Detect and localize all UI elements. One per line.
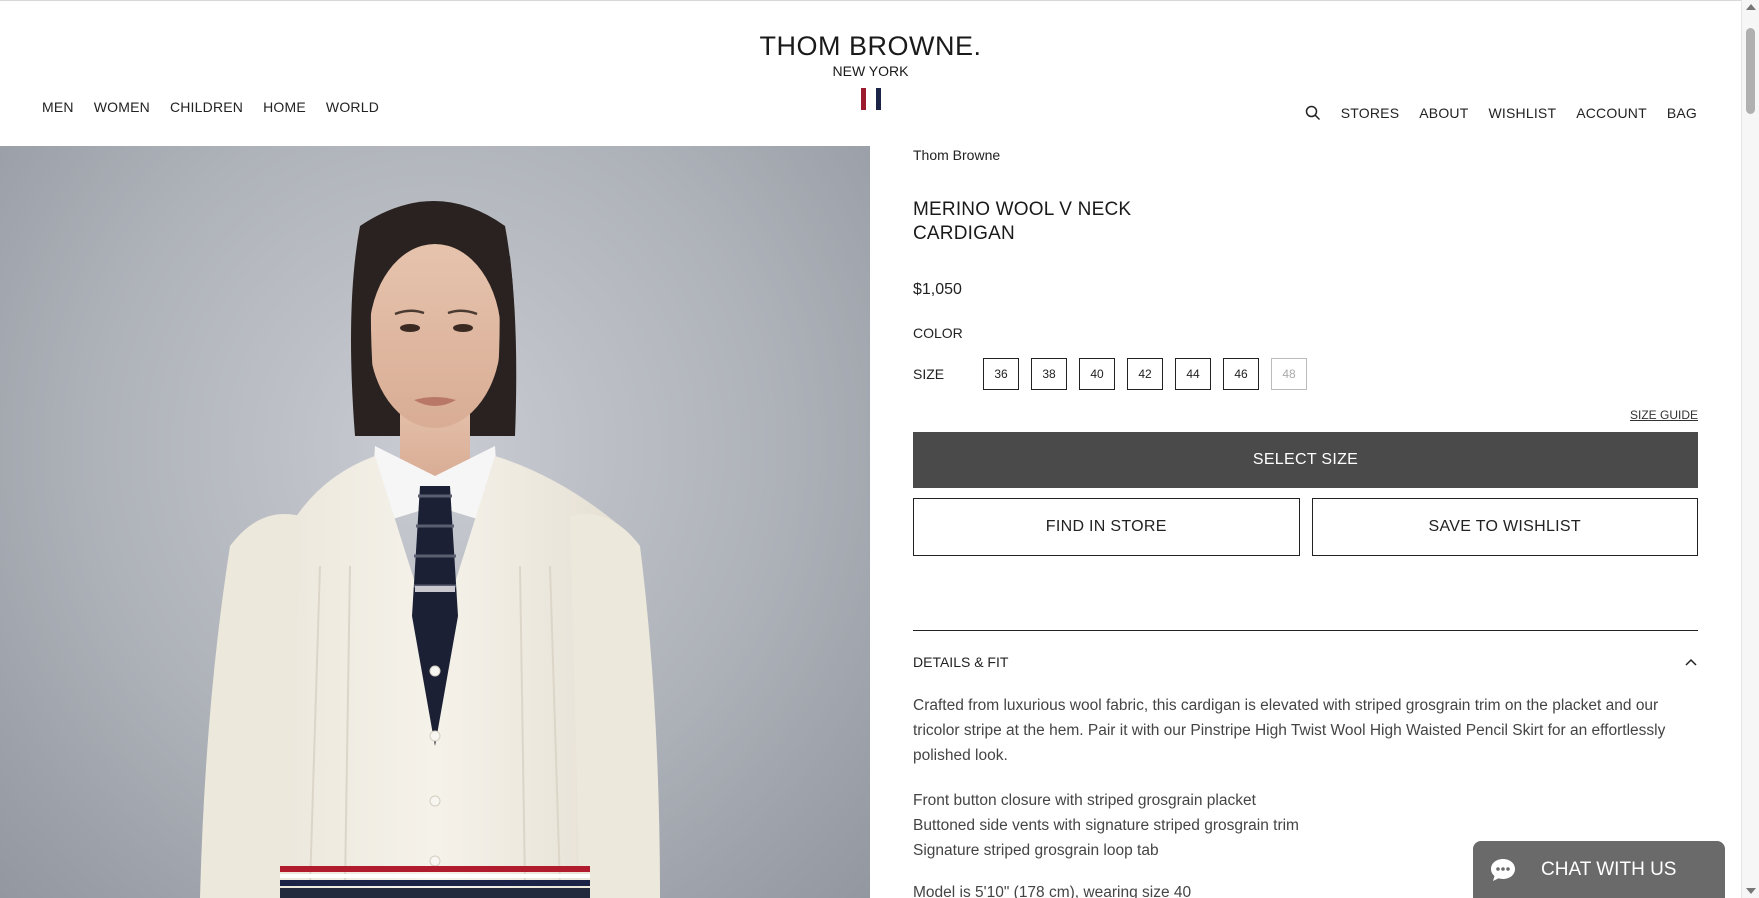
- size-label: SIZE: [913, 366, 945, 382]
- color-label: COLOR: [913, 325, 963, 341]
- utility-nav: STORES ABOUT WISHLIST ACCOUNT BAG: [1305, 105, 1697, 121]
- nav-women[interactable]: WOMEN: [94, 99, 150, 115]
- size-option-40[interactable]: 40: [1079, 358, 1115, 390]
- size-option-38[interactable]: 38: [1031, 358, 1067, 390]
- scroll-up-icon[interactable]: [1746, 4, 1756, 10]
- chat-label: CHAT WITH US: [1541, 858, 1677, 880]
- feature-item: Front button closure with striped grosgr…: [913, 792, 1256, 809]
- size-guide-link[interactable]: SIZE GUIDE: [913, 408, 1698, 422]
- details-heading: DETAILS & FIT: [913, 654, 1009, 670]
- scroll-down-icon[interactable]: [1746, 888, 1756, 894]
- scrollbar[interactable]: [1741, 0, 1759, 898]
- flag-stripe-blue: [875, 88, 881, 110]
- site-header: THOM BROWNE. NEW YORK MEN WOMEN CHILDREN…: [0, 0, 1741, 146]
- feature-item: Buttoned side vents with signature strip…: [913, 817, 1299, 834]
- size-option-42[interactable]: 42: [1127, 358, 1163, 390]
- details-toggle[interactable]: DETAILS & FIT: [913, 631, 1698, 693]
- flag-stripe-white: [868, 88, 874, 110]
- chat-button[interactable]: CHAT WITH US: [1473, 841, 1725, 898]
- nav-bag[interactable]: BAG: [1667, 105, 1697, 121]
- nav-world[interactable]: WORLD: [326, 99, 379, 115]
- brand-logo[interactable]: THOM BROWNE. NEW YORK: [0, 31, 1741, 79]
- nav-children[interactable]: CHILDREN: [170, 99, 243, 115]
- select-size-button[interactable]: SELECT SIZE: [913, 432, 1698, 488]
- nav-wishlist[interactable]: WISHLIST: [1488, 105, 1556, 121]
- nav-about[interactable]: ABOUT: [1419, 105, 1468, 121]
- main-nav: MEN WOMEN CHILDREN HOME WORLD: [42, 99, 379, 115]
- size-selector: SIZE 36 38 40 42 44 46 48: [913, 358, 1698, 390]
- brand-city: NEW YORK: [832, 63, 909, 79]
- chevron-up-icon[interactable]: [1684, 655, 1698, 669]
- model-photo: [200, 201, 660, 898]
- find-in-store-button[interactable]: FIND IN STORE: [913, 498, 1300, 556]
- product-title: MERINO WOOL V NECK CARDIGAN: [913, 199, 1132, 244]
- save-to-wishlist-button[interactable]: SAVE TO WISHLIST: [1311, 498, 1698, 556]
- nav-men[interactable]: MEN: [42, 99, 74, 115]
- size-option-48[interactable]: 48: [1271, 358, 1307, 390]
- flag-stripe-red: [861, 88, 867, 110]
- brand-name[interactable]: THOM BROWNE.: [0, 31, 1741, 62]
- nav-home[interactable]: HOME: [263, 99, 306, 115]
- nav-account[interactable]: ACCOUNT: [1576, 105, 1647, 121]
- size-option-44[interactable]: 44: [1175, 358, 1211, 390]
- product-info: Thom Browne MERINO WOOL V NECK CARDIGAN …: [913, 146, 1698, 898]
- product-image[interactable]: [0, 146, 870, 898]
- search-icon[interactable]: [1305, 105, 1321, 121]
- product-brand: Thom Browne: [913, 147, 1001, 163]
- size-option-36[interactable]: 36: [983, 358, 1019, 390]
- scroll-thumb[interactable]: [1746, 28, 1755, 114]
- product-price: $1,050: [913, 281, 962, 298]
- size-option-46[interactable]: 46: [1223, 358, 1259, 390]
- chat-bubble-icon: [1489, 857, 1517, 883]
- flag-icon: [861, 88, 881, 110]
- nav-stores[interactable]: STORES: [1341, 105, 1400, 121]
- product-description: Crafted from luxurious wool fabric, this…: [913, 697, 1666, 764]
